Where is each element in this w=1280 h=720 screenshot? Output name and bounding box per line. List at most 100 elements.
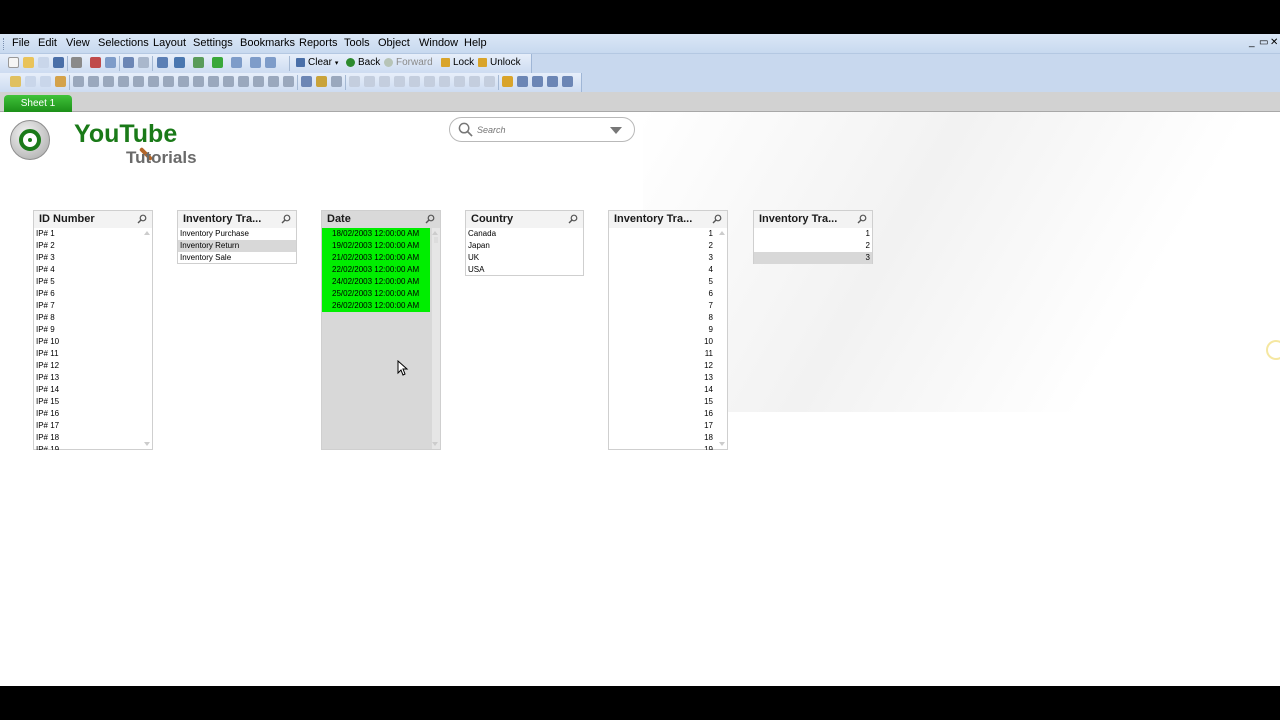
search-input[interactable] [477, 123, 607, 137]
list-item-selected[interactable]: 18/02/2003 12:00:00 AM [322, 228, 430, 240]
bookmark-object-icon[interactable] [238, 76, 249, 87]
minimize-icon[interactable]: _ [1249, 37, 1255, 48]
grid-icon[interactable] [301, 76, 312, 87]
format-painter-icon[interactable] [316, 76, 327, 87]
list-item-selected[interactable]: 24/02/2003 12:00:00 AM [322, 276, 430, 288]
list-item[interactable]: 18 [609, 432, 727, 444]
unlock-button[interactable]: Unlock [478, 57, 521, 68]
list-item[interactable]: IP# 15 [34, 396, 152, 408]
scroll-down-icon[interactable] [719, 442, 725, 446]
listbox-date[interactable]: Date 18/02/2003 12:00:00 AM 19/02/2003 1… [321, 210, 441, 450]
scrollbar[interactable] [719, 228, 727, 449]
current-selections-icon[interactable] [163, 76, 174, 87]
align-right-icon[interactable] [379, 76, 390, 87]
align-icon[interactable] [331, 76, 342, 87]
list-item[interactable]: IP# 17 [34, 420, 152, 432]
list-item[interactable]: IP# 19 [34, 444, 152, 450]
list-item[interactable]: IP# 9 [34, 324, 152, 336]
back-button[interactable]: Back [346, 57, 380, 68]
redo-icon[interactable] [138, 57, 149, 68]
listbox-caption[interactable]: Country [466, 211, 583, 228]
properties-icon[interactable] [502, 76, 513, 87]
print-icon[interactable] [71, 57, 82, 68]
menu-view[interactable]: View [66, 37, 90, 49]
list-item[interactable]: 11 [609, 348, 727, 360]
help-context-icon[interactable] [265, 57, 276, 68]
align-center-icon[interactable] [364, 76, 375, 87]
list-item[interactable]: 13 [609, 372, 727, 384]
menu-bookmarks[interactable]: Bookmarks [240, 37, 295, 49]
web-view-icon[interactable] [250, 57, 261, 68]
menu-selections[interactable]: Selections [98, 37, 149, 49]
menu-object[interactable]: Object [378, 37, 410, 49]
scroll-up-icon[interactable] [144, 231, 150, 235]
listbox-id-number[interactable]: ID Number IP# 1 IP# 2 IP# 3 IP# 4 IP# 5 … [33, 210, 153, 450]
listbox-inventory-number-2[interactable]: Inventory Tra... 1 2 3 [753, 210, 873, 264]
chevron-down-icon[interactable] [610, 127, 622, 134]
search-object[interactable] [449, 117, 635, 142]
list-item[interactable]: IP# 8 [34, 312, 152, 324]
edit-module-icon[interactable] [547, 76, 558, 87]
listbox-caption[interactable]: ID Number [34, 211, 152, 228]
list-item[interactable]: IP# 14 [34, 384, 152, 396]
undo-icon[interactable] [123, 57, 134, 68]
list-item-excluded[interactable]: 3 [754, 252, 872, 264]
scroll-up-icon[interactable] [432, 231, 438, 235]
search-icon[interactable] [857, 214, 867, 224]
forward-button[interactable]: Forward [384, 57, 433, 68]
list-item-selected[interactable]: 22/02/2003 12:00:00 AM [322, 264, 430, 276]
search-object-icon[interactable] [253, 76, 264, 87]
menu-window[interactable]: Window [419, 37, 458, 49]
scroll-down-icon[interactable] [432, 442, 438, 446]
list-item[interactable]: IP# 6 [34, 288, 152, 300]
statistics-box-icon[interactable] [88, 76, 99, 87]
list-item[interactable]: IP# 12 [34, 360, 152, 372]
list-item[interactable]: Canada [466, 228, 583, 240]
list-item[interactable]: 14 [609, 384, 727, 396]
list-item[interactable]: 7 [609, 300, 727, 312]
listbox-caption[interactable]: Inventory Tra... [178, 211, 296, 228]
restore-icon[interactable]: ▭ [1259, 37, 1268, 48]
align-bottom-icon[interactable] [409, 76, 420, 87]
list-item[interactable]: UK [466, 252, 583, 264]
bookmark-icon[interactable] [212, 57, 223, 68]
table-box-icon[interactable] [118, 76, 129, 87]
list-item[interactable]: Japan [466, 240, 583, 252]
table-viewer-icon[interactable] [174, 57, 185, 68]
distribute-icon[interactable] [454, 76, 465, 87]
distribute-icon[interactable] [439, 76, 450, 87]
list-item[interactable]: 8 [609, 312, 727, 324]
menu-edit[interactable]: Edit [38, 37, 57, 49]
multibox-icon[interactable] [103, 76, 114, 87]
space-icon[interactable] [469, 76, 480, 87]
list-item[interactable]: USA [466, 264, 583, 276]
expression-overview-icon[interactable] [562, 76, 573, 87]
document-properties-icon[interactable] [517, 76, 528, 87]
list-item[interactable]: 6 [609, 288, 727, 300]
search-icon[interactable] [425, 214, 435, 224]
list-item[interactable]: 16 [609, 408, 727, 420]
list-item[interactable]: Inventory Purchase [178, 228, 296, 240]
line-arrow-icon[interactable] [208, 76, 219, 87]
list-item[interactable]: IP# 2 [34, 240, 152, 252]
listbox-inventory-number[interactable]: Inventory Tra... 1 2 3 4 5 6 7 8 9 10 11… [608, 210, 728, 450]
new-sheet-icon[interactable] [10, 76, 21, 87]
list-item-excluded[interactable]: Inventory Return [178, 240, 296, 252]
open-server-icon[interactable] [38, 57, 49, 68]
list-item[interactable]: 3 [609, 252, 727, 264]
list-item-selected[interactable]: 19/02/2003 12:00:00 AM [322, 240, 430, 252]
button-object-icon[interactable] [178, 76, 189, 87]
list-item[interactable]: IP# 11 [34, 348, 152, 360]
scroll-down-icon[interactable] [144, 442, 150, 446]
list-item[interactable]: IP# 18 [34, 432, 152, 444]
list-item-selected[interactable]: 26/02/2003 12:00:00 AM [322, 300, 430, 312]
list-item[interactable]: 17 [609, 420, 727, 432]
search-icon[interactable] [712, 214, 722, 224]
list-item[interactable]: 2 [609, 240, 727, 252]
list-item[interactable]: 1 [609, 228, 727, 240]
list-item[interactable]: IP# 5 [34, 276, 152, 288]
menu-file[interactable]: File [12, 37, 30, 49]
listbox-icon[interactable] [73, 76, 84, 87]
export-icon[interactable] [231, 57, 242, 68]
listbox-caption[interactable]: Date [322, 211, 440, 228]
